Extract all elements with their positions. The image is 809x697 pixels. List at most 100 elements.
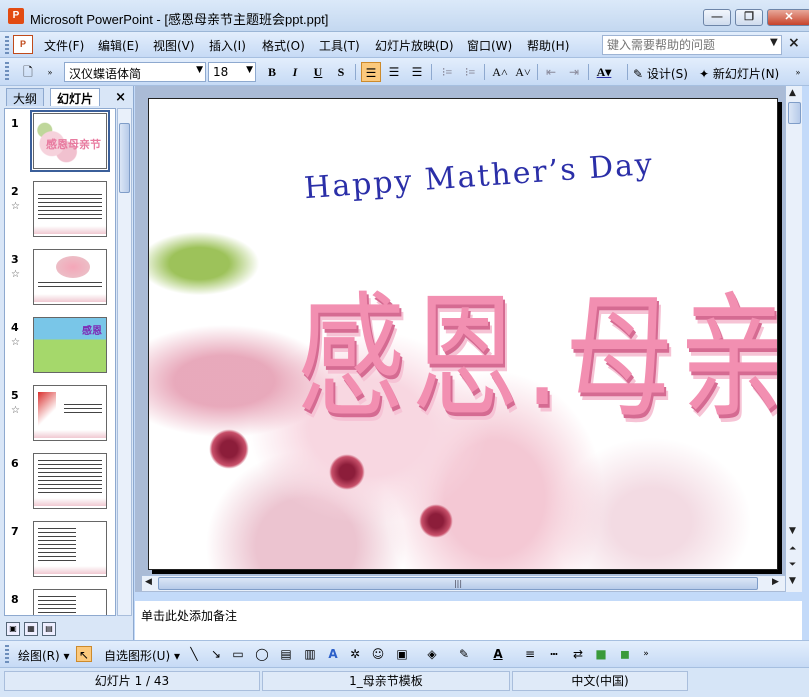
help-dropdown-arrow-icon[interactable]: ▼: [770, 37, 778, 48]
slide-thumbnail[interactable]: 8: [5, 585, 115, 615]
design-template-name[interactable]: 1_母亲节模板: [262, 671, 510, 691]
line-icon[interactable]: ╲: [186, 646, 202, 662]
scroll-down-icon[interactable]: ▼: [789, 576, 796, 586]
menu-format[interactable]: 格式(O): [262, 37, 305, 54]
select-pointer-icon[interactable]: ↖: [76, 646, 92, 662]
align-right-icon[interactable]: ☰: [407, 62, 427, 82]
slide-thumbnail[interactable]: 5 ☆: [5, 381, 115, 447]
powerpoint-app-icon[interactable]: P: [8, 8, 24, 24]
close-button[interactable]: ✕: [767, 9, 809, 26]
font-size-select[interactable]: 18 ▼: [208, 62, 256, 82]
italic-button[interactable]: I: [285, 62, 305, 82]
rectangle-icon[interactable]: ▭: [230, 646, 246, 662]
toolbar-grip[interactable]: [5, 62, 9, 80]
new-slide-button[interactable]: ✦ 新幻灯片(N): [699, 65, 779, 82]
menu-help[interactable]: 帮助(H): [527, 37, 569, 54]
slide-horizontal-scrollbar[interactable]: ◀ ||| ▶: [142, 575, 785, 591]
font-color-icon[interactable]: A: [490, 646, 506, 662]
scroll-down-icon[interactable]: ▼: [789, 526, 796, 536]
slide-title[interactable]: 感恩.母亲节: [297, 249, 777, 444]
toolbar-options-icon[interactable]: »: [638, 646, 654, 662]
tab-outline[interactable]: 大纲: [6, 88, 45, 106]
font-color-icon[interactable]: A▾: [594, 62, 614, 82]
animation-star-icon: ☆: [11, 337, 20, 348]
help-search-input[interactable]: [602, 35, 782, 55]
scrollbar-thumb[interactable]: [119, 123, 130, 193]
toolbar-separator: [355, 64, 356, 80]
menu-edit[interactable]: 编辑(E): [98, 37, 139, 54]
3d-style-icon[interactable]: ◼: [617, 646, 633, 662]
menu-view[interactable]: 视图(V): [153, 37, 195, 54]
increase-indent-icon[interactable]: ⇥: [564, 62, 584, 82]
bold-button[interactable]: B: [262, 62, 282, 82]
next-slide-icon[interactable]: ⏷: [789, 560, 796, 570]
toolbar-grip[interactable]: [5, 36, 9, 54]
picture-icon[interactable]: ▣: [394, 646, 410, 662]
bullets-icon[interactable]: ⁝≡: [460, 62, 480, 82]
shadow-button[interactable]: S: [331, 62, 351, 82]
slide-preview: [33, 385, 107, 441]
slide-vertical-scrollbar[interactable]: ▲ ▼ ⏶ ⏷ ▼: [785, 86, 802, 592]
new-document-icon[interactable]: 🗋: [18, 62, 38, 82]
diagram-icon[interactable]: ✲: [347, 646, 363, 662]
thumbnail-scrollbar[interactable]: [117, 108, 132, 616]
current-slide[interactable]: Happy Mather’s Day 感恩.母亲节: [148, 98, 778, 570]
scrollbar-thumb[interactable]: [788, 102, 801, 124]
draw-menu-button[interactable]: 绘图(R) ▾: [18, 647, 70, 664]
arrow-icon[interactable]: ↘: [208, 646, 224, 662]
menu-slideshow[interactable]: 幻灯片放映(D): [375, 37, 454, 54]
tab-slides[interactable]: 幻灯片: [50, 88, 101, 106]
font-name-select[interactable]: 汉仪蝶语体简 ▼: [64, 62, 206, 82]
numbering-icon[interactable]: ⁝≡: [437, 62, 457, 82]
decrease-font-size-icon[interactable]: A˅: [513, 62, 533, 82]
slide-thumbnail[interactable]: 1 感恩母亲节: [5, 109, 115, 175]
align-center-icon[interactable]: ☰: [384, 62, 404, 82]
slide-thumbnail[interactable]: 6: [5, 449, 115, 515]
minimize-button[interactable]: —: [703, 9, 731, 26]
clipart-icon[interactable]: ☺: [370, 646, 386, 662]
fill-color-icon[interactable]: ◈: [424, 646, 440, 662]
normal-view-icon[interactable]: ▣: [6, 622, 20, 636]
slideshow-view-icon[interactable]: ▤: [42, 622, 56, 636]
document-icon[interactable]: P: [13, 35, 33, 54]
toolbar-options-icon[interactable]: »: [40, 62, 60, 82]
slide-thumbnail[interactable]: 3 ☆: [5, 245, 115, 311]
slide-thumbnail[interactable]: 4 ☆ 感恩: [5, 313, 115, 379]
autoshapes-menu-button[interactable]: 自选图形(U) ▾: [104, 647, 180, 664]
arrow-style-icon[interactable]: ⇄: [570, 646, 586, 662]
scroll-up-icon[interactable]: ▲: [789, 88, 796, 98]
text-lines: [38, 596, 76, 615]
design-button[interactable]: ✎ 设计(S): [633, 65, 688, 82]
restore-button[interactable]: ❐: [735, 9, 763, 26]
close-panel-button[interactable]: ×: [115, 90, 126, 105]
notes-pane[interactable]: 单击此处添加备注: [135, 598, 802, 640]
decrease-indent-icon[interactable]: ⇤: [541, 62, 561, 82]
menu-insert[interactable]: 插入(I): [209, 37, 246, 54]
wordart-icon[interactable]: A: [325, 646, 341, 662]
textbox-icon[interactable]: ▤: [278, 646, 294, 662]
scrollbar-thumb[interactable]: |||: [158, 577, 758, 590]
scroll-right-icon[interactable]: ▶: [772, 577, 779, 587]
line-color-icon[interactable]: ✎: [456, 646, 472, 662]
menu-tools[interactable]: 工具(T): [319, 37, 360, 54]
underline-button[interactable]: U: [308, 62, 328, 82]
toolbar-options-icon[interactable]: »: [788, 62, 808, 82]
oval-icon[interactable]: ◯: [254, 646, 270, 662]
align-left-icon[interactable]: ☰: [361, 62, 381, 82]
title-bar: P Microsoft PowerPoint - [感恩母亲节主题班会ppt.p…: [0, 0, 809, 32]
vertical-textbox-icon[interactable]: ▥: [302, 646, 318, 662]
close-document-button[interactable]: ×: [788, 35, 800, 51]
menu-window[interactable]: 窗口(W): [467, 37, 512, 54]
slide-thumbnail[interactable]: 2 ☆: [5, 177, 115, 243]
scroll-left-icon[interactable]: ◀: [145, 577, 152, 587]
shadow-style-icon[interactable]: ■: [593, 646, 609, 662]
line-style-icon[interactable]: ≡: [522, 646, 538, 662]
previous-slide-icon[interactable]: ⏶: [789, 544, 796, 554]
toolbar-grip[interactable]: [5, 645, 9, 663]
menu-file[interactable]: 文件(F): [44, 37, 84, 54]
increase-font-size-icon[interactable]: A˄: [490, 62, 510, 82]
chevron-down-icon: ▾: [173, 649, 181, 663]
dash-style-icon[interactable]: ┅: [546, 646, 562, 662]
slide-thumbnail[interactable]: 7: [5, 517, 115, 583]
slide-sorter-view-icon[interactable]: ▦: [24, 622, 38, 636]
